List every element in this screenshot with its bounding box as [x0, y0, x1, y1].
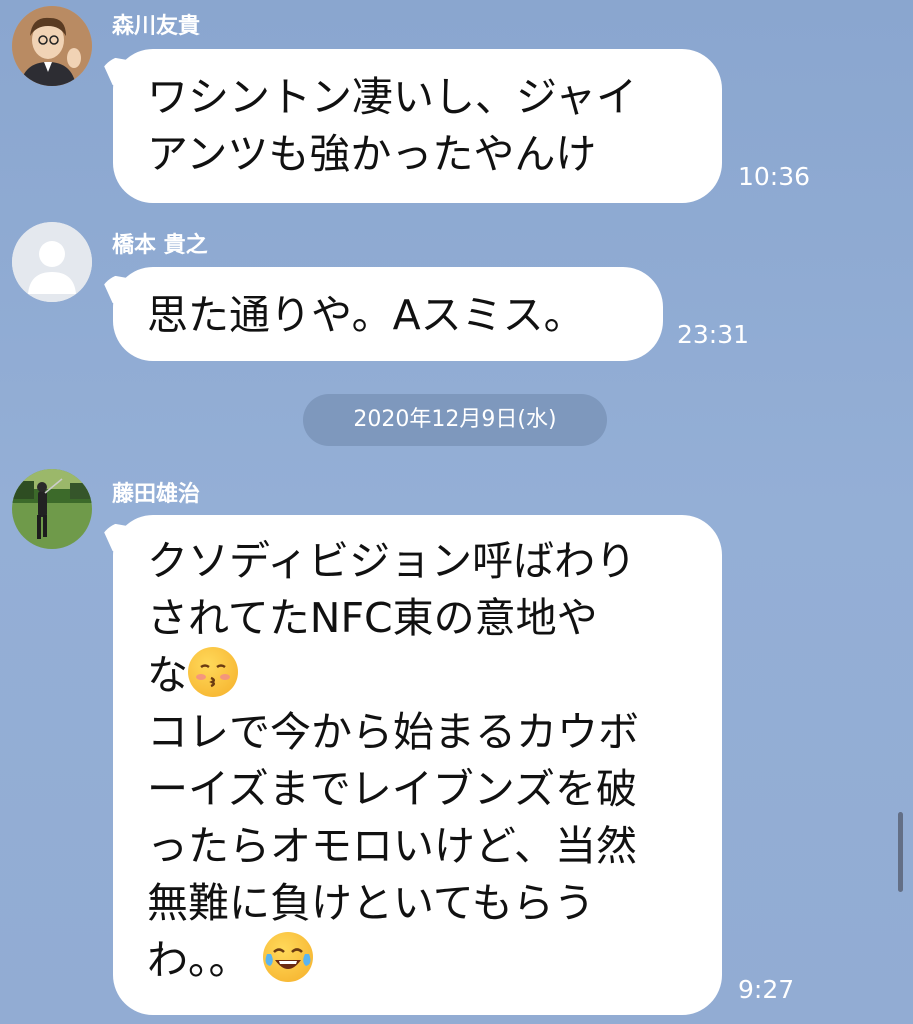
tears-of-joy-icon [262, 932, 313, 982]
message-text: ワシントン凄いし、ジャイ アンツも強かったやんけ [147, 73, 637, 178]
message-text: 思た通りや。Aスミス。 [147, 291, 585, 339]
sender-name: 藤田雄治 [112, 482, 201, 507]
golf-photo-icon[interactable] [12, 469, 92, 549]
message-bubble[interactable]: クソディビジョン呼ばわり されてたNFC東の意地や な コレで今から始まるカウボ… [113, 515, 722, 1015]
message-bubble[interactable]: 思た通りや。Aスミス。 [113, 267, 663, 361]
message-time: 23:31 [677, 320, 750, 349]
kissing-face-icon [188, 647, 238, 697]
message-time: 9:27 [738, 975, 795, 1004]
sender-name: 森川友貴 [112, 14, 201, 39]
default-user-icon[interactable] [12, 222, 92, 302]
date-separator: 2020年12月9日(水) [303, 394, 607, 446]
message-time: 10:36 [738, 162, 811, 191]
sender-name: 橋本 貴之 [112, 233, 208, 258]
scrollbar[interactable] [898, 812, 903, 892]
message-text: クソディビジョン呼ばわり されてたNFC東の意地や な コレで今から始まるカウボ… [147, 537, 639, 984]
avatar-illustration-icon[interactable] [12, 6, 92, 86]
message-bubble[interactable]: ワシントン凄いし、ジャイ アンツも強かったやんけ [113, 49, 722, 203]
